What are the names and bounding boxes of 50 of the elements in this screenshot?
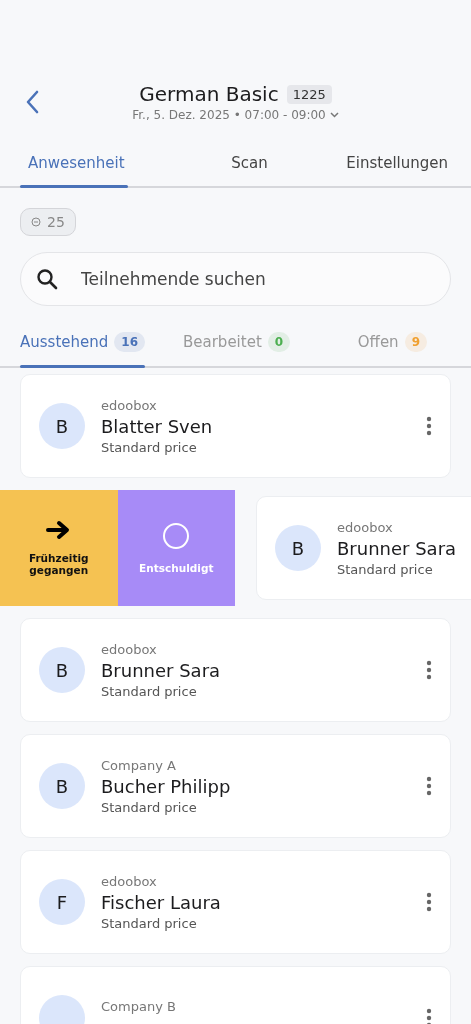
participant-count: 25 (47, 214, 65, 230)
chevron-down-icon[interactable] (329, 112, 339, 118)
session-date[interactable]: Fr., 5. Dez. 2025 • 07:00 - 09:00 (132, 108, 326, 122)
price-category: Standard price (101, 439, 198, 455)
course-title: German Basic (139, 82, 279, 106)
tab[interactable]: Einstellungen (323, 146, 471, 186)
avatar: F (39, 879, 85, 925)
participant-name: Blatter Sven (101, 415, 214, 437)
swipe-action-button[interactable]: Frühzeitig gegangen (0, 490, 118, 606)
participant-card[interactable]: Company B (20, 966, 451, 1024)
search-icon (36, 268, 58, 290)
participant-card[interactable]: B Company A Bucher Philipp Standard price (20, 734, 451, 838)
price-category: Standard price (101, 683, 198, 699)
count-badge: 16 (114, 332, 145, 352)
company-name: edoobox (337, 519, 394, 535)
price-category: Standard price (337, 561, 434, 577)
search-field[interactable]: Teilnehmende suchen (20, 252, 451, 306)
tab[interactable]: Scan (175, 146, 324, 186)
participant-name: Bucher Philipp (101, 775, 232, 797)
participant-card[interactable]: B edoobox Blatter Sven Standard price (20, 374, 451, 478)
count-badge: 9 (404, 332, 427, 352)
tab[interactable]: Anwesenheit (0, 146, 176, 186)
avatar: B (39, 763, 85, 809)
company-name: Company A (101, 757, 177, 773)
more-icon[interactable] (426, 660, 432, 680)
participant-name: Fischer Laura (101, 891, 222, 913)
circle-icon (162, 522, 191, 550)
course-code: 1225 (286, 84, 332, 104)
more-icon[interactable] (426, 1008, 432, 1024)
price-category: Standard price (101, 915, 198, 931)
more-icon[interactable] (426, 416, 432, 436)
company-name: edoobox (101, 873, 158, 889)
participant-name: Brunner Sara (101, 659, 222, 681)
more-icon[interactable] (426, 892, 432, 912)
participant-name: Brunner Sara (337, 537, 458, 559)
avatar: B (275, 525, 321, 571)
company-name: edoobox (101, 397, 158, 413)
count-badge: 0 (267, 332, 291, 352)
more-icon[interactable] (426, 776, 432, 796)
arrow-right-icon (45, 520, 72, 540)
company-name: edoobox (101, 641, 158, 657)
minus-circle-icon (31, 217, 41, 227)
filter-tab[interactable]: Ausstehend 16 (20, 326, 145, 366)
company-name: Company B (101, 998, 177, 1014)
avatar: B (39, 647, 85, 693)
participant-card[interactable]: B edoobox Brunner Sara Standard price (256, 496, 471, 600)
participant-card[interactable]: F edoobox Fischer Laura Standard price (20, 850, 451, 954)
participant-card[interactable]: B edoobox Brunner Sara Standard price (20, 618, 451, 722)
avatar: B (39, 403, 85, 449)
price-category: Standard price (101, 799, 198, 815)
